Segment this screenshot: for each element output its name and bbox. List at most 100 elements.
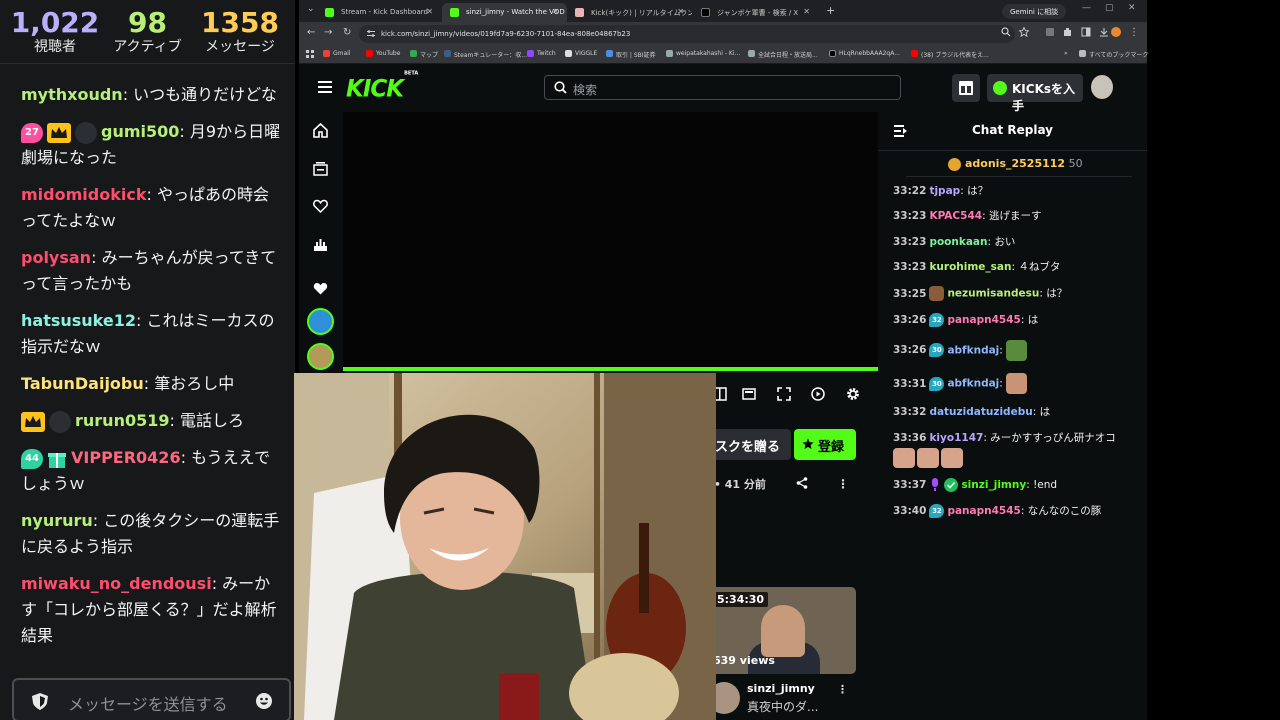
card-video-title[interactable]: 真夜中のダ... [747, 698, 818, 715]
bookmark-star-icon[interactable] [1019, 27, 1029, 37]
following-heart-icon[interactable] [313, 199, 328, 214]
split-view-icon[interactable] [1081, 27, 1091, 37]
dashboard-button[interactable] [952, 74, 980, 102]
profile-avatar-icon[interactable] [1111, 27, 1121, 37]
shield-icon[interactable] [32, 693, 48, 710]
webcam-feed-image [294, 373, 716, 720]
bookmark-label: Gmail [333, 50, 351, 57]
bookmark-label: マップ [420, 52, 439, 59]
settings-gear-icon[interactable] [846, 387, 860, 401]
replay-message: 33:25 nezumisandesu: は？ [893, 286, 1068, 302]
user-badge-icon [929, 286, 945, 302]
msg-user[interactable]: poonkaan [929, 236, 987, 248]
msg-user[interactable]: abfkndaj [947, 344, 999, 356]
close-icon[interactable]: ✕ [552, 7, 559, 16]
gift-sub-button[interactable]: スクを贈る [707, 429, 791, 460]
tab-ranking[interactable]: Kick(キック) | リアルタイムランキング ✕ [567, 3, 692, 22]
gemini-button[interactable]: Gemini に相談 [1002, 4, 1067, 19]
get-kicks-button[interactable]: KICKsを入手 [987, 74, 1083, 113]
bookmark-youtube[interactable]: YouTube [366, 50, 400, 57]
bookmark-viggle[interactable]: VIGGLE [565, 50, 597, 57]
chat-input-placeholder[interactable]: メッセージを送信する [68, 691, 228, 715]
bookmark-hlq[interactable]: HLqRnebbAAA2qA... [829, 50, 900, 57]
reload-icon[interactable]: ↻ [343, 27, 351, 38]
bookmark-maps[interactable]: マップ [410, 50, 438, 59]
bookmark-label: YouTube [376, 50, 401, 57]
video-player[interactable] [343, 112, 878, 370]
user-avatar[interactable] [1091, 75, 1113, 99]
search-placeholder[interactable]: 検索 [573, 81, 597, 98]
msg-user[interactable]: tjpap [929, 185, 960, 197]
apps-grid-icon[interactable] [306, 50, 314, 58]
new-tab-icon[interactable]: + [826, 4, 835, 17]
url-bar[interactable]: kick.com/sinzi_jimny/videos/019fd7a9-623… [359, 25, 1015, 43]
bookmark-sbi[interactable]: 取引 | SBI証券 [606, 50, 656, 59]
more-options-icon[interactable]: ⋮ [837, 477, 849, 491]
bookmark-schedule[interactable]: 全試合日程・放送局... [748, 50, 818, 59]
msg-user[interactable]: kurohime_san [929, 261, 1011, 273]
menu-kebab-icon[interactable]: ⋮ [1129, 27, 1139, 38]
all-bookmarks[interactable]: すべてのブックマーク [1079, 50, 1148, 59]
share-icon[interactable] [796, 477, 808, 489]
msg-user[interactable]: nezumisandesu [947, 288, 1039, 300]
pinned-username[interactable]: adonis_2525112 [965, 157, 1065, 170]
kick-favicon-icon [450, 8, 459, 17]
msg-user[interactable]: kiyo1147 [929, 432, 983, 444]
msg-text: !end [1033, 478, 1058, 491]
hamburger-menu-icon[interactable] [318, 81, 332, 93]
msg-user[interactable]: sinzi_jimny [961, 479, 1026, 491]
chat-message: mythxoudn: いつも通りだけどな [21, 85, 277, 104]
tab-x-search[interactable]: ジャンボケ軍曹 - 検索 / X ✕ [693, 3, 818, 22]
extensions-puzzle-icon[interactable] [1063, 27, 1073, 37]
extension-icon[interactable] [1045, 27, 1055, 37]
esports-icon[interactable] [313, 237, 328, 252]
msg-user[interactable]: KPAC544 [929, 210, 982, 222]
subscribe-button[interactable]: 登録 [794, 429, 856, 460]
window-close-icon[interactable]: ✕ [1128, 3, 1136, 13]
browse-icon[interactable] [313, 161, 328, 176]
tab-search-icon[interactable]: ⌄ [307, 4, 315, 14]
bookmark-brazil[interactable]: (38) ブラジル代表をえ... [911, 50, 989, 59]
verified-icon [944, 477, 959, 492]
youtube-icon [366, 50, 373, 57]
kick-logo[interactable]: KICKBETA [346, 70, 418, 102]
msg-user[interactable]: panapn4545 [947, 314, 1020, 326]
card-options-icon[interactable]: ⋮ [837, 683, 848, 696]
sub-badge: 44 [21, 448, 43, 469]
fullscreen-icon[interactable] [777, 387, 791, 401]
card-channel-name[interactable]: sinzi_jimny [747, 682, 815, 695]
bookmark-weipa[interactable]: weipatakahashi - Ki... [666, 50, 740, 57]
download-icon[interactable] [1099, 27, 1109, 37]
bookmark-gmail[interactable]: Gmail [323, 50, 351, 57]
tab-vod[interactable]: sinzi_jimny - Watch the VOD on Kick ✕ [442, 3, 567, 22]
close-icon[interactable]: ✕ [426, 7, 433, 16]
minimize-icon[interactable]: — [1082, 3, 1091, 13]
recommended-video-thumbnail[interactable]: 5:34:30 639 views [706, 587, 856, 674]
close-icon[interactable]: ✕ [677, 7, 684, 16]
url-text[interactable]: kick.com/sinzi_jimny/videos/019fd7a9-623… [381, 30, 630, 38]
bookmark-twitch[interactable]: Twitch [527, 50, 556, 57]
search-input[interactable]: 検索 [544, 75, 901, 100]
chat-input-bar[interactable]: メッセージを送信する [12, 678, 291, 720]
more-bookmarks-icon[interactable]: » [1054, 50, 1068, 57]
zoom-icon[interactable] [1001, 27, 1011, 37]
emoji-icon[interactable] [256, 693, 272, 709]
close-icon[interactable]: ✕ [803, 7, 810, 16]
home-icon[interactable] [313, 123, 328, 138]
site-info-icon[interactable] [367, 30, 375, 38]
gmail-icon [323, 50, 330, 57]
forward-icon[interactable]: → [324, 27, 332, 38]
msg-user[interactable]: panapn4545 [947, 505, 1020, 517]
followed-channel-avatar[interactable] [307, 308, 334, 335]
msg-text: みーかすすっぴん研ナオコ [990, 431, 1116, 444]
clip-icon[interactable] [811, 387, 825, 401]
msg-user[interactable]: datuzidatuzidebu [929, 406, 1032, 418]
maximize-icon[interactable]: ▢ [1105, 3, 1114, 13]
bookmark-steam[interactable]: Steamキュレーター：収... [444, 50, 527, 59]
followed-channel-avatar[interactable] [307, 343, 334, 370]
theater-mode-icon[interactable] [742, 387, 756, 401]
video-progress-bar[interactable] [343, 367, 878, 371]
back-icon[interactable]: ← [307, 27, 315, 38]
tab-kick-dashboard[interactable]: Stream - Kick Dashboard ✕ [317, 3, 441, 22]
msg-user[interactable]: abfkndaj [947, 378, 999, 390]
